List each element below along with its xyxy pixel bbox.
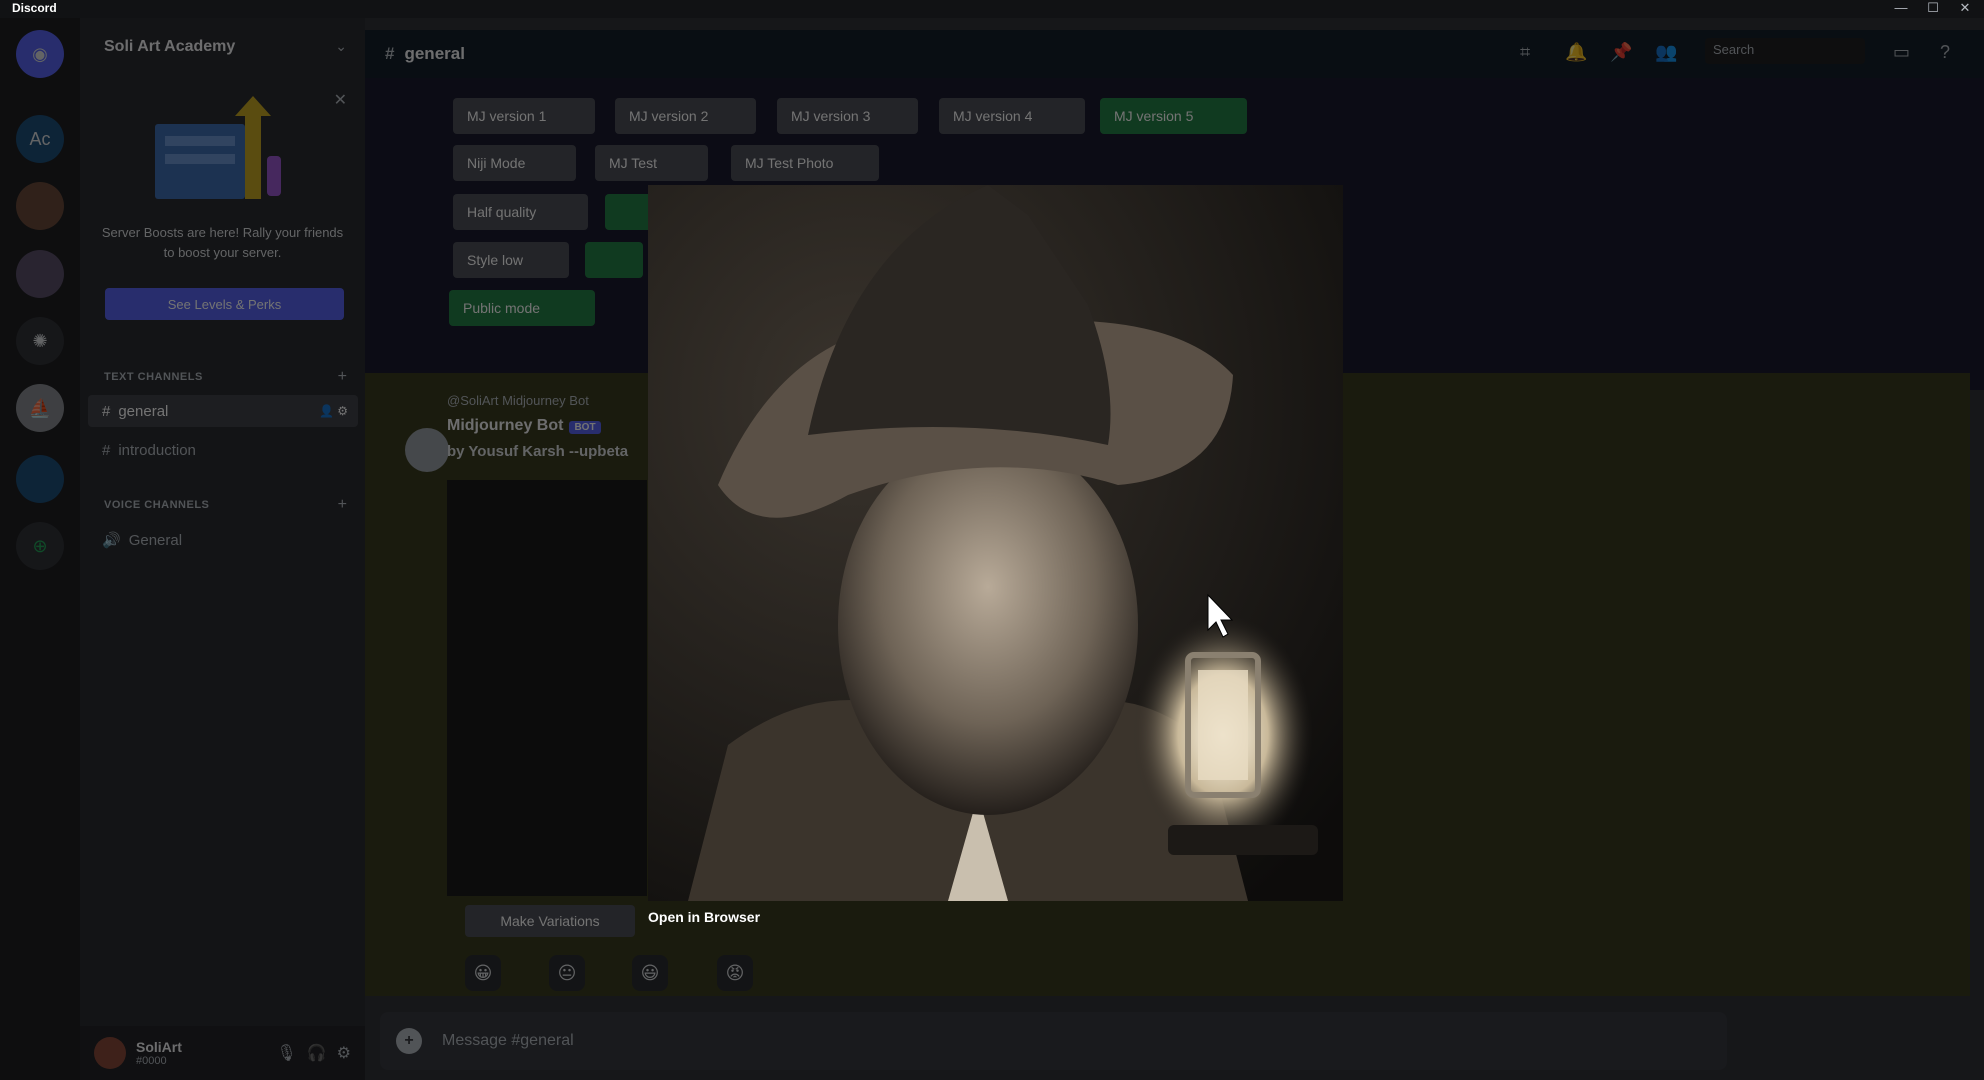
server-7[interactable] xyxy=(16,455,64,503)
members-icon[interactable]: 👥 xyxy=(1655,42,1677,63)
channel-label: introduction xyxy=(118,441,196,459)
button-label: Style low xyxy=(467,252,524,268)
face xyxy=(838,435,1138,815)
chevron-down-icon[interactable]: ⌄ xyxy=(335,38,347,55)
message-author[interactable]: Midjourney Bot BOT xyxy=(447,417,601,435)
server-3[interactable] xyxy=(16,182,64,230)
server-midjourney[interactable]: ⛵ xyxy=(16,384,64,432)
public-mode-button[interactable]: Public mode xyxy=(449,290,595,326)
home-button[interactable]: ◉ xyxy=(16,30,64,78)
channel-label: general xyxy=(118,402,169,420)
channel-sidebar: Soli Art Academy ⌄ ✕ Server Boosts are h… xyxy=(80,18,365,1080)
bot-badge: BOT xyxy=(569,421,601,434)
gear-icon[interactable]: ⚙ xyxy=(337,1043,351,1063)
reaction-button[interactable]: 😡 xyxy=(717,955,753,991)
search-input[interactable]: Search xyxy=(1705,38,1865,64)
button-label: MJ version 4 xyxy=(953,108,1033,124)
mj-version-1-button[interactable]: MJ version 1 xyxy=(453,98,595,134)
mj-version-2-button[interactable]: MJ version 2 xyxy=(615,98,756,134)
voice-channels-category[interactable]: VOICE CHANNELS xyxy=(104,499,209,511)
minimize-button[interactable]: — xyxy=(1886,0,1916,18)
speaker-icon: 🔊 xyxy=(102,532,121,549)
button-label: MJ Test Photo xyxy=(745,155,834,171)
close-button[interactable]: ✕ xyxy=(1950,0,1980,18)
style-button[interactable] xyxy=(585,242,643,278)
discord-icon: ◉ xyxy=(32,43,48,64)
voice-channel-general[interactable]: 🔊 General xyxy=(88,524,358,556)
channel-general[interactable]: # general 👤 ⚙ xyxy=(88,395,358,427)
button-label: MJ version 1 xyxy=(467,108,547,124)
inbox-icon[interactable]: ▭ xyxy=(1893,42,1910,63)
message-image[interactable] xyxy=(447,480,647,896)
button-label: MJ version 5 xyxy=(1114,108,1194,124)
mj-test-photo-button[interactable]: MJ Test Photo xyxy=(731,145,879,181)
add-attachment-icon[interactable]: + xyxy=(396,1028,422,1054)
message-placeholder: Message #general xyxy=(442,1032,574,1049)
headphones-icon[interactable]: 🎧 xyxy=(307,1043,327,1063)
server-openai[interactable]: ✺ xyxy=(16,317,64,365)
message-input[interactable]: + Message #general xyxy=(380,1012,1727,1070)
mj-version-4-button[interactable]: MJ version 4 xyxy=(939,98,1085,134)
message-prompt: by Yousuf Karsh --upbeta xyxy=(447,443,629,460)
close-icon[interactable]: ✕ xyxy=(334,90,347,110)
reaction-button[interactable]: 😀 xyxy=(465,955,501,991)
hash-icon: # xyxy=(102,402,111,420)
mj-version-3-button[interactable]: MJ version 3 xyxy=(777,98,918,134)
button-label: MJ version 3 xyxy=(791,108,871,124)
server-rail: ◉ Ac ✺ ⛵ ⊕ xyxy=(0,18,80,1080)
threads-icon[interactable]: ⌗ xyxy=(1520,42,1530,63)
half-quality-button[interactable]: Half quality xyxy=(453,194,588,230)
channel-title: general xyxy=(404,44,465,63)
reply-reference[interactable]: @SoliArt Midjourney Bot xyxy=(447,393,589,408)
button-label: Niji Mode xyxy=(467,155,526,171)
server-name[interactable]: Soli Art Academy xyxy=(104,38,235,56)
server-4[interactable] xyxy=(16,250,64,298)
openai-icon: ✺ xyxy=(32,330,48,351)
avatar[interactable] xyxy=(94,1037,126,1069)
channel-introduction[interactable]: # introduction xyxy=(88,434,358,466)
niji-mode-button[interactable]: Niji Mode xyxy=(453,145,576,181)
button-label: Half quality xyxy=(467,204,537,220)
lightbox-image[interactable] xyxy=(648,185,1343,901)
button-label: MJ Test xyxy=(609,155,657,171)
user-tag: #0000 xyxy=(136,1055,167,1067)
server-ac[interactable]: Ac xyxy=(16,115,64,163)
user-panel: SoliArt #0000 🎙 🎧 ⚙ xyxy=(80,1026,365,1080)
see-levels-perks-button[interactable]: See Levels & Perks xyxy=(105,288,344,320)
bot-avatar[interactable] xyxy=(405,428,449,472)
pin-icon[interactable]: 📌 xyxy=(1610,42,1632,63)
username: SoliArt xyxy=(136,1039,182,1055)
boost-illustration xyxy=(155,96,281,199)
title-bar: Discord — ☐ ✕ xyxy=(0,0,1984,18)
settings-icon[interactable]: 👤 ⚙ xyxy=(319,404,348,418)
author-name: Midjourney Bot xyxy=(447,417,564,434)
add-channel-icon[interactable]: + xyxy=(338,496,347,514)
maximize-button[interactable]: ☐ xyxy=(1918,0,1948,18)
bell-icon[interactable]: 🔔 xyxy=(1565,42,1587,63)
sailboat-icon: ⛵ xyxy=(28,397,52,418)
button-label: Public mode xyxy=(463,300,541,316)
help-icon[interactable]: ? xyxy=(1940,42,1950,63)
mj-version-5-button[interactable]: MJ version 5 xyxy=(1100,98,1247,134)
make-variations-button[interactable]: Make Variations xyxy=(465,905,635,937)
style-low-button[interactable]: Style low xyxy=(453,242,569,278)
boost-text: Server Boosts are here! Rally your frien… xyxy=(101,225,344,260)
explore-button[interactable]: ⊕ xyxy=(16,522,64,570)
reaction-button[interactable]: 😃 xyxy=(632,955,668,991)
hash-icon: # xyxy=(385,44,395,63)
app-title: Discord xyxy=(12,1,57,15)
button-label: MJ version 2 xyxy=(629,108,709,124)
channel-label: General xyxy=(128,531,183,549)
text-channels-category[interactable]: TEXT CHANNELS xyxy=(104,371,203,383)
open-in-browser-link[interactable]: Open in Browser xyxy=(648,909,760,925)
hash-icon: # xyxy=(102,441,111,459)
mj-test-button[interactable]: MJ Test xyxy=(595,145,708,181)
reaction-button[interactable]: 😐 xyxy=(549,955,585,991)
server-label: Ac xyxy=(29,128,51,149)
compass-icon: ⊕ xyxy=(32,535,48,556)
add-channel-icon[interactable]: + xyxy=(338,368,347,386)
microphone-icon[interactable]: 🎙 xyxy=(276,1043,296,1063)
